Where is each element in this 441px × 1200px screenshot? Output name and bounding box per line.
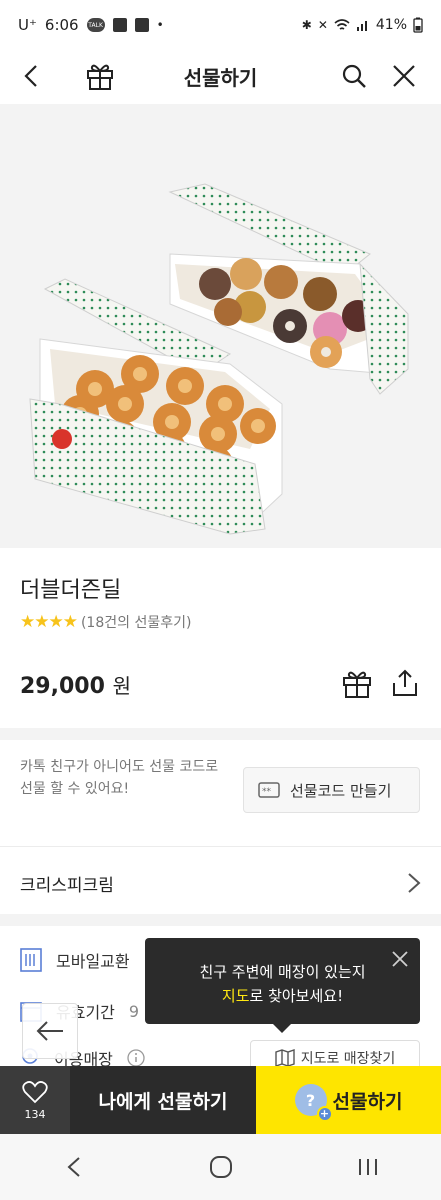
notification-icon-2	[134, 18, 149, 32]
system-home-button[interactable]	[191, 1147, 251, 1187]
gift-wrap-button[interactable]	[338, 664, 376, 702]
exchange-label: 모바일교환	[56, 952, 130, 971]
top-app-bar: 선물하기	[0, 50, 441, 102]
search-icon	[342, 64, 366, 88]
tooltip-line-2-rest: 로 찾아보세요!	[249, 987, 344, 1005]
share-icon	[393, 669, 417, 696]
create-gift-code-button[interactable]: ** 선물코드 만들기	[243, 767, 420, 813]
tooltip-arrow	[273, 1024, 291, 1033]
back-button[interactable]	[14, 58, 50, 94]
svg-text:**: **	[262, 787, 272, 797]
donut-boxes-illustration	[29, 183, 409, 535]
product-name: 더블더즌딜	[20, 578, 122, 603]
create-gift-code-label: 선물코드 만들기	[290, 781, 392, 800]
info-exchange-row: 모바일교환	[20, 948, 130, 972]
close-icon	[393, 65, 415, 87]
battery-percent: 41%	[375, 17, 407, 33]
status-bar: U⁺ 6:06 TALK • ✱ ✕ 41%	[0, 0, 441, 50]
rating-stars: ★★★★	[20, 612, 78, 632]
gift-code-line-1: 카톡 친구가 아니어도 선물 코드로	[20, 759, 219, 775]
gift-box-icon	[343, 671, 371, 698]
product-rating[interactable]: ★★★★ (18건의 선물후기)	[20, 612, 191, 632]
mute-icon: ✕	[317, 18, 328, 32]
arrow-left-icon	[36, 1021, 63, 1041]
system-back-button[interactable]	[44, 1147, 104, 1187]
search-button[interactable]	[336, 58, 372, 94]
wifi-icon	[334, 19, 350, 30]
battery-icon	[413, 17, 423, 33]
brand-name: 크리스피크림	[20, 875, 114, 896]
like-count: 134	[24, 1107, 46, 1121]
system-navigation-bar	[0, 1134, 441, 1200]
bluetooth-icon: ✱	[301, 18, 312, 32]
ticket-code-icon: **	[258, 782, 280, 798]
price-amount: 29,000	[20, 674, 105, 699]
plus-icon: +	[316, 1106, 333, 1122]
chevron-left-icon	[67, 1157, 80, 1177]
recent-apps-icon	[358, 1159, 377, 1175]
gift-box-icon	[87, 64, 113, 90]
close-button[interactable]	[386, 58, 422, 94]
brand-link-row[interactable]: 크리스피크림	[0, 852, 441, 914]
page-title: 선물하기	[183, 65, 258, 90]
row-divider	[0, 846, 441, 847]
tooltip-line-2: 지도로 찾아보세요!	[145, 984, 420, 1008]
carrier-label: U⁺	[18, 16, 37, 34]
product-image	[0, 104, 441, 548]
review-count: (18건의 선물후기)	[80, 615, 192, 631]
clock: 6:06	[44, 16, 79, 34]
find-store-map-label: 지도로 매장찾기	[300, 1051, 396, 1067]
signal-icon	[356, 21, 367, 31]
info-circle-icon[interactable]	[127, 1049, 145, 1067]
gift-home-button[interactable]	[82, 58, 118, 94]
section-divider	[0, 728, 441, 740]
friend-avatar-icon: ? +	[294, 1084, 333, 1122]
heart-icon	[22, 1080, 48, 1103]
gift-to-self-button[interactable]: 나에게 선물하기	[70, 1066, 256, 1134]
send-gift-label: 선물하기	[332, 1090, 403, 1113]
map-tooltip: 친구 주변에 매장이 있는지 지도로 찾아보세요!	[145, 938, 420, 1033]
bottom-action-bar: 134 나에게 선물하기 ? + 선물하기	[0, 1066, 441, 1134]
close-icon	[392, 951, 408, 967]
send-gift-button[interactable]: ? + 선물하기	[256, 1066, 441, 1134]
share-button[interactable]	[386, 664, 424, 702]
map-icon	[274, 1049, 295, 1067]
tooltip-close-button[interactable]	[392, 950, 408, 974]
barcode-icon	[20, 948, 42, 972]
validity-value: 9	[128, 1001, 140, 1021]
notification-icon	[112, 18, 127, 32]
tooltip-line-1: 친구 주변에 매장이 있는지	[199, 963, 366, 981]
product-price: 29,000 원	[20, 670, 131, 699]
gift-to-self-label: 나에게 선물하기	[98, 1090, 228, 1113]
gift-code-description: 카톡 친구가 아니어도 선물 코드로 선물 할 수 있어요!	[20, 756, 230, 800]
wish-like-button[interactable]: 134	[0, 1066, 70, 1134]
system-recents-button[interactable]	[338, 1147, 398, 1187]
floating-back-button[interactable]	[22, 1003, 78, 1059]
gift-code-line-2: 선물 할 수 있어요!	[20, 781, 130, 797]
home-circle-icon	[209, 1156, 232, 1178]
chevron-right-icon	[408, 873, 421, 893]
kakaotalk-notification-icon: TALK	[86, 18, 105, 32]
chevron-left-icon	[24, 65, 37, 87]
more-notifications-dot-icon: •	[156, 18, 164, 32]
section-divider-2	[0, 914, 441, 926]
price-unit: 원	[112, 674, 131, 698]
tooltip-highlight: 지도	[221, 987, 250, 1005]
